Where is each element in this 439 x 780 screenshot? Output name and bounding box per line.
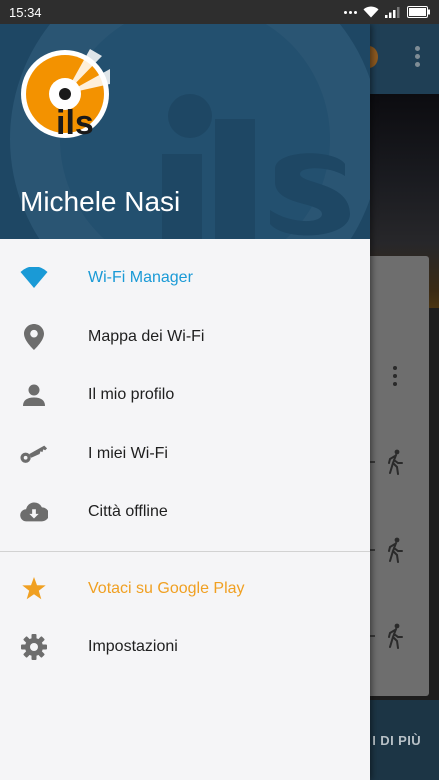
user-name: Michele Nasi [20,186,181,217]
profile-logo[interactable]: ils [20,49,110,139]
menu-item-wifi-map[interactable]: Mappa dei Wi-Fi [0,308,370,367]
logo-text: ils [56,104,94,139]
wifi-icon [363,6,379,18]
navigation-drawer: ils Michele Nasi Wi-Fi Manager Mappa dei… [0,24,370,780]
bottom-action-button[interactable]: I DI PIÙ [372,733,421,748]
drawer-menu-secondary: Votaci su Google Play Impostazioni [0,560,370,677]
menu-item-my-profile[interactable]: Il mio profilo [0,366,370,425]
status-icons [344,5,431,19]
battery-icon [407,6,430,18]
menu-item-label: I miei Wi-Fi [88,444,168,462]
menu-divider [0,550,370,552]
status-bar: 15:34 [0,0,439,24]
person-icon [20,381,48,409]
more-dots-icon [344,10,357,14]
menu-item-label: Wi-Fi Manager [88,269,193,287]
drawer-header: ils Michele Nasi [0,24,370,239]
drawer-menu-primary: Wi-Fi Manager Mappa dei Wi-Fi Il mio pro… [0,239,370,542]
walking-icon [388,449,403,475]
cloud-download-icon [20,498,48,526]
menu-item-label: Il mio profilo [88,386,175,404]
menu-item-label: Votaci su Google Play [88,579,245,597]
walking-icon [388,537,403,563]
card-more-icon[interactable] [393,366,398,390]
menu-item-label: Impostazioni [88,638,178,656]
wifi-icon [20,264,48,292]
menu-item-settings[interactable]: Impostazioni [0,618,370,677]
menu-item-label: Città offline [88,503,168,521]
location-pin-icon [20,323,48,351]
menu-item-my-wifi[interactable]: I miei Wi-Fi [0,425,370,484]
walking-icon [388,623,403,649]
star-icon [20,575,48,603]
key-icon [20,440,48,468]
gear-icon [20,633,48,661]
more-options-icon[interactable] [415,46,421,68]
status-time: 15:34 [9,5,42,20]
menu-item-rate-google-play[interactable]: Votaci su Google Play [0,560,370,619]
menu-item-label: Mappa dei Wi-Fi [88,327,205,345]
signal-icon [385,7,400,18]
menu-item-wifi-manager[interactable]: Wi-Fi Manager [0,249,370,308]
menu-item-offline-cities[interactable]: Città offline [0,483,370,542]
